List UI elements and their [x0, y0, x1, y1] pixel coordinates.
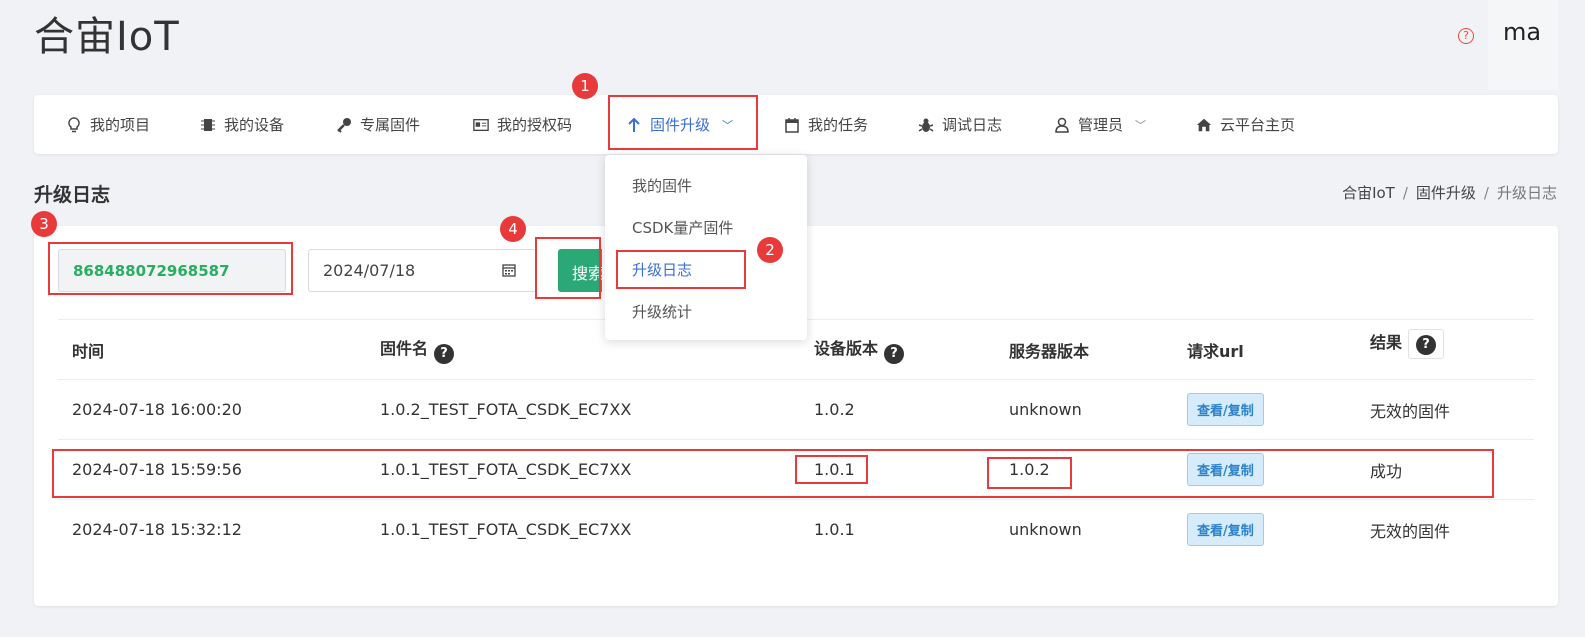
cell-device-version: 1.0.1	[800, 439, 995, 500]
nav-item-my-projects[interactable]: 我的项目	[66, 95, 150, 154]
annotation-marker-3: 3	[31, 211, 57, 237]
arrow-up-icon	[626, 117, 642, 133]
dropdown-item-csdk-firmware[interactable]: CSDK量产固件	[632, 217, 733, 238]
breadcrumb-home[interactable]: 合宙IoT	[1342, 184, 1395, 202]
user-menu[interactable]: ma	[1488, 0, 1558, 90]
chevron-down-icon: ﹀	[722, 118, 734, 132]
cell-time: 2024-07-18 16:00:20	[58, 379, 366, 440]
cell-request-url: 查看/复制	[1173, 379, 1356, 440]
chevron-down-icon: ﹀	[1135, 118, 1147, 132]
nav-item-firmware-upgrade[interactable]: 固件升级 ﹀	[626, 95, 733, 154]
nav-item-cloud-home[interactable]: 云平台主页	[1196, 95, 1295, 154]
nav-label: 专属固件	[360, 116, 421, 134]
dropdown-item-upgrade-log[interactable]: 升级日志	[632, 259, 692, 280]
search-button[interactable]: 搜索	[558, 249, 602, 292]
cell-time: 2024-07-18 15:59:56	[58, 439, 366, 500]
breadcrumb-current: 升级日志	[1496, 184, 1557, 202]
nav-item-debug-log[interactable]: 调试日志	[918, 95, 1002, 154]
chip-icon	[200, 117, 216, 133]
nav-item-admin[interactable]: 管理员 ﹀	[1054, 95, 1146, 154]
help-icon[interactable]: ?	[884, 344, 905, 364]
cell-server-version: unknown	[995, 379, 1173, 440]
cell-firmware: 1.0.2_TEST_FOTA_CSDK_EC7XX	[366, 379, 800, 440]
calendar-icon	[784, 117, 800, 133]
cell-server-version: 1.0.2	[995, 439, 1173, 500]
column-header-result: 结果?	[1356, 319, 1534, 380]
cell-result: 成功	[1356, 439, 1534, 500]
bug-icon	[918, 117, 934, 133]
upgrade-log-table: 时间 固件名? 设备版本? 服务器版本 请求url 结果? 2024-07-18…	[58, 319, 1534, 560]
nav-label: 我的设备	[224, 116, 285, 134]
main-nav: 我的项目 我的设备 专属固件 我的授权码 固件升级 ﹀ 我的任务 调试日志 管理…	[34, 95, 1558, 154]
breadcrumb-firmware-upgrade[interactable]: 固件升级	[1416, 184, 1476, 202]
nav-label: 我的任务	[808, 116, 869, 134]
cell-firmware: 1.0.1_TEST_FOTA_CSDK_EC7XX	[380, 520, 632, 540]
lightbulb-icon	[66, 116, 82, 133]
top-bar: 合宙IoT ?	[0, 0, 1585, 70]
page-title: 升级日志	[34, 184, 111, 206]
cell-request-url: 查看/复制	[1173, 439, 1356, 500]
dropdown-item-upgrade-stats[interactable]: 升级统计	[632, 301, 692, 322]
help-icon: ?	[1416, 334, 1437, 355]
cell-firmware: 1.0.1_TEST_FOTA_CSDK_EC7XX	[366, 439, 800, 500]
annotation-marker-1: 1	[572, 73, 598, 99]
dropdown-item-my-firmware[interactable]: 我的固件	[632, 175, 692, 196]
nav-label: 固件升级	[650, 116, 711, 134]
nav-label: 云平台主页	[1220, 116, 1296, 134]
nav-label: 我的项目	[90, 116, 151, 134]
brand-title: 合宙IoT	[34, 14, 180, 60]
view-copy-button[interactable]: 查看/复制	[1187, 453, 1264, 486]
cell-result: 无效的固件	[1356, 379, 1534, 440]
view-copy-button[interactable]: 查看/复制	[1187, 393, 1264, 426]
nav-item-exclusive-firmware[interactable]: 专属固件	[336, 95, 420, 154]
breadcrumb: 合宙IoT / 固件升级 / 升级日志	[1342, 184, 1557, 202]
column-header-request-url: 请求url	[1173, 319, 1356, 380]
nav-item-my-devices[interactable]: 我的设备	[200, 95, 284, 154]
imei-input[interactable]: 868488072968587	[58, 249, 286, 292]
key-icon	[336, 117, 352, 133]
user-icon	[1054, 117, 1070, 133]
id-card-icon	[473, 117, 489, 133]
annotation-marker-2: 2	[757, 237, 783, 263]
calendar-icon[interactable]	[502, 263, 516, 277]
column-header-device-version: 设备版本?	[800, 319, 995, 380]
help-icon[interactable]: ?	[434, 344, 455, 364]
table-row: 2024-07-18 15:32:12 1.0.1_TEST_FOTA_CSDK…	[58, 500, 1534, 560]
nav-label: 我的授权码	[497, 116, 573, 134]
view-copy-button[interactable]: 查看/复制	[1187, 513, 1264, 547]
cell-server-version: unknown	[1009, 520, 1082, 540]
cell-time: 2024-07-18 15:32:12	[72, 520, 242, 540]
column-header-time: 时间	[58, 319, 366, 380]
cell-device-version: 1.0.1	[814, 520, 855, 540]
cell-request-url: 查看/复制	[1173, 500, 1356, 560]
table-row: 2024-07-18 16:00:20 1.0.2_TEST_FOTA_CSDK…	[58, 379, 1534, 440]
help-button[interactable]: ?	[1408, 328, 1445, 359]
home-icon	[1196, 117, 1212, 133]
cell-result: 无效的固件	[1370, 521, 1451, 541]
annotation-marker-4: 4	[500, 216, 526, 242]
nav-item-auth-codes[interactable]: 我的授权码	[473, 95, 572, 154]
table-row: 2024-07-18 15:59:56 1.0.1_TEST_FOTA_CSDK…	[58, 439, 1534, 500]
help-icon[interactable]: ?	[1458, 28, 1474, 44]
column-header-server-version: 服务器版本	[995, 319, 1173, 380]
nav-label: 调试日志	[942, 116, 1003, 134]
nav-label: 管理员	[1078, 116, 1124, 134]
cell-device-version: 1.0.2	[800, 379, 995, 440]
nav-item-my-tasks[interactable]: 我的任务	[784, 95, 868, 154]
